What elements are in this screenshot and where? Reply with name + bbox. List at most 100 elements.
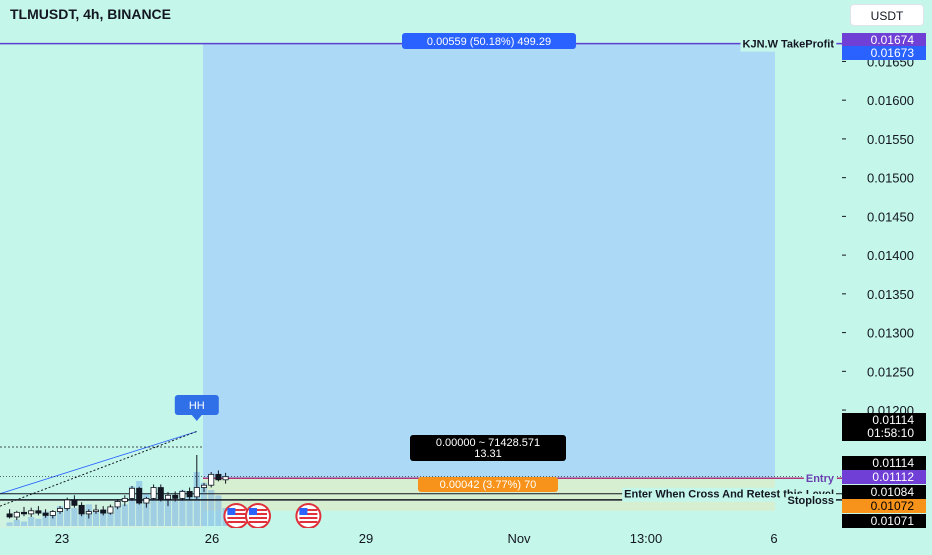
x-tick-label: 6	[770, 531, 777, 546]
candle-body	[35, 510, 42, 514]
x-tick-label: 26	[205, 531, 219, 546]
price-badge-text: 0.01114	[872, 456, 914, 470]
candle-body	[208, 473, 215, 486]
x-tick-label: 29	[359, 531, 373, 546]
candle-body	[128, 487, 135, 499]
candle-body	[164, 494, 171, 500]
price-badge-text: 01:58:10	[867, 426, 914, 440]
hh-marker-label: HH	[189, 400, 205, 412]
flag-stripe	[299, 521, 318, 523]
chart-canvas[interactable]: HH 0.00559 (50.18%) 499.29 0.00000 ~ 71428…	[0, 0, 932, 550]
candle	[64, 497, 71, 511]
candle-body	[100, 509, 107, 514]
loss-label: 0.00042 (3.77%) 70	[418, 477, 558, 492]
price-badge: 0.01072	[842, 499, 926, 513]
volume-bar	[28, 517, 35, 526]
candle-body	[28, 510, 35, 515]
profit-label-text: 0.00559 (50.18%) 499.29	[427, 36, 551, 48]
candle-body	[57, 508, 64, 512]
candle-body	[85, 511, 92, 515]
flag-canton	[227, 508, 236, 515]
chart[interactable]: HH 0.00559 (50.18%) 499.29 0.00000 ~ 71428…	[0, 0, 932, 550]
volume-bar	[208, 490, 215, 526]
candle-body	[215, 473, 222, 481]
flag-stripe	[227, 521, 246, 523]
candle-body	[172, 494, 179, 499]
candle-body	[49, 511, 56, 516]
candle-body	[64, 499, 71, 509]
flag-stripe	[249, 521, 267, 523]
candle-body	[179, 491, 186, 499]
candle-body	[143, 497, 150, 504]
flag-stripe	[299, 517, 318, 519]
candle-body	[20, 511, 27, 515]
center-label: 0.00000 ~ 71428.57113.31	[410, 435, 566, 461]
candle-body	[193, 487, 200, 498]
price-badge: 0.01114	[842, 456, 926, 470]
price-badge-text: 0.01673	[871, 46, 915, 60]
volume-bar	[20, 521, 28, 526]
candle-body	[200, 484, 207, 488]
price-badge: 0.0111401:58:10	[842, 413, 926, 441]
y-tick-label: 0.01400	[867, 248, 914, 263]
candle-body	[6, 513, 13, 518]
y-tick-label: 0.01550	[867, 132, 914, 147]
flag-canton	[299, 508, 308, 515]
y-tick-label: 0.01350	[867, 287, 914, 302]
y-tick-label: 0.01450	[867, 209, 914, 224]
candle-body	[136, 487, 143, 504]
y-tick-label: 0.01600	[867, 93, 914, 108]
volume-bar	[6, 522, 13, 526]
us-flag-icon	[295, 503, 322, 529]
x-axis-panel	[0, 528, 932, 550]
y-tick-label: 0.01300	[867, 326, 914, 341]
center-label-text-2: 13.31	[474, 448, 502, 460]
price-badge: 0.01674	[842, 33, 926, 47]
candle	[136, 486, 143, 505]
price-badge-text: 0.01072	[871, 499, 915, 513]
price-badge: 0.01084	[842, 485, 926, 499]
candle-body	[222, 476, 229, 481]
price-badge: 0.01071	[842, 514, 926, 528]
candle-body	[93, 509, 100, 512]
price-badge-text: 0.01084	[871, 485, 915, 499]
currency-button[interactable]: USDT	[850, 4, 924, 26]
candle-body	[186, 491, 193, 498]
candle-body	[114, 501, 121, 508]
volume-bar	[13, 519, 20, 526]
volume-bar	[121, 504, 128, 526]
volume-bar	[172, 500, 179, 526]
candle-body	[150, 487, 157, 499]
candle	[128, 485, 135, 501]
flag-ring	[295, 503, 322, 529]
price-badge-text: 0.01674	[871, 33, 915, 47]
price-badge-text: 0.01112	[872, 470, 914, 484]
candle-body	[71, 499, 78, 506]
x-tick-label: Nov	[507, 531, 531, 546]
volume-bar	[71, 508, 78, 526]
price-badge: 0.01673	[842, 46, 926, 60]
price-badge: 0.01112	[842, 470, 926, 484]
price-badge-text: 0.01114	[872, 413, 914, 427]
y-tick-label: 0.01250	[867, 364, 914, 379]
us-flag-icon	[223, 503, 250, 529]
candle-body	[78, 504, 85, 515]
flag-canton	[249, 508, 257, 515]
candle-body	[13, 511, 20, 518]
flag-stripe	[227, 517, 246, 519]
volume-bar	[157, 497, 164, 526]
us-flag-icon	[245, 503, 271, 529]
candle	[208, 472, 215, 488]
level-label: Entry	[806, 473, 835, 485]
candle-body	[107, 506, 114, 514]
symbol-title: TLMUSDT, 4h, BINANCE	[10, 6, 171, 22]
x-tick-label: 13:00	[630, 531, 663, 546]
flag-ring	[245, 503, 271, 529]
flag-ring	[223, 503, 250, 529]
profit-zone	[203, 43, 775, 479]
price-badge-text: 0.01071	[871, 514, 915, 528]
level-label: KJN.W TakeProfit	[743, 39, 835, 51]
level-label: Stoploss	[788, 495, 834, 507]
volume-bar	[35, 518, 42, 526]
candle-body	[157, 487, 164, 500]
